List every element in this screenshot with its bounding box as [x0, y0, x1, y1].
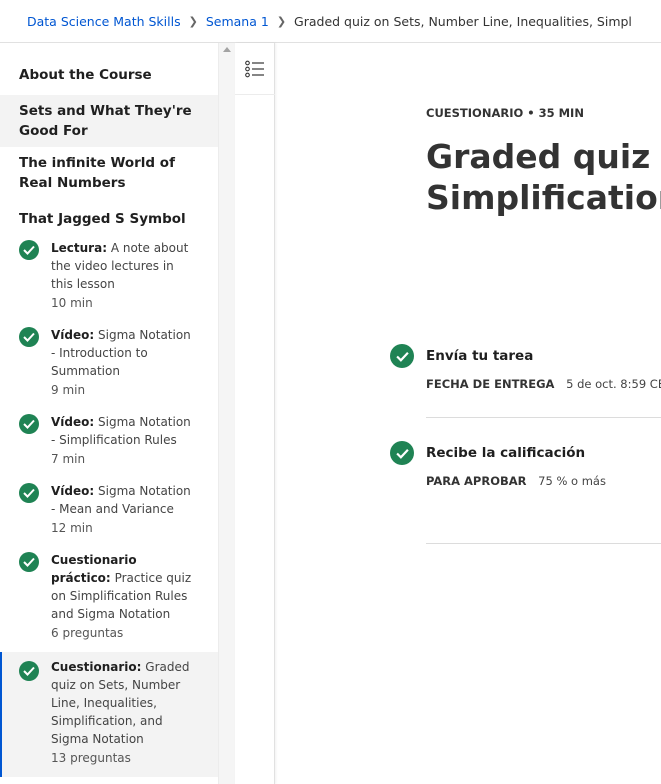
breadcrumb: Data Science Math Skills ❯ Semana 1 ❯ Gr… [0, 0, 661, 43]
sidebar-module-about[interactable]: About the Course [0, 43, 218, 89]
item-duration: 9 min [51, 383, 86, 397]
breadcrumb-current: Graded quiz on Sets, Number Line, Inequa… [294, 13, 632, 29]
item-duration: 10 min [51, 296, 93, 310]
check-icon [390, 344, 414, 368]
passing-grade-label: PARA APROBAR [426, 474, 527, 488]
divider [426, 543, 661, 544]
sidebar-item-video-rules[interactable]: Vídeo: Sigma Notation - Simplification R… [0, 409, 218, 478]
item-type: Vídeo: [51, 484, 95, 498]
check-icon [19, 327, 39, 347]
step-passing-grade: PARA APROBAR 75 % o más [426, 474, 606, 488]
step-due-date: FECHA DE ENTREGA 5 de oct. 8:59 CEST [426, 377, 661, 391]
sidebar-item-video-intro[interactable]: Vídeo: Sigma Notation - Introduction to … [0, 322, 218, 409]
passing-grade-value: 75 % o más [538, 474, 606, 488]
page-title-line-2: Simplification [426, 178, 661, 217]
scroll-up-arrow-icon[interactable] [223, 47, 231, 52]
sidebar-module-sets[interactable]: Sets and What They're Good For [0, 95, 218, 147]
item-duration: 7 min [51, 452, 86, 466]
check-icon [19, 414, 39, 434]
course-outline-sidebar: About the Course Sets and What They're G… [0, 43, 218, 784]
outline-toggle-button[interactable] [235, 43, 275, 95]
divider [426, 417, 661, 418]
check-icon [390, 441, 414, 465]
main-content: CUESTIONARIO • 35 MIN Graded quiz o Simp… [276, 43, 661, 784]
list-outline-icon [245, 60, 264, 77]
outline-toggle-column [235, 43, 275, 784]
quiz-overline: CUESTIONARIO • 35 MIN [426, 106, 584, 120]
check-icon [19, 240, 39, 260]
item-question-count: 13 preguntas [51, 751, 131, 765]
sidebar-module-real-numbers[interactable]: The infinite World of Real Numbers [0, 147, 218, 197]
due-date-label: FECHA DE ENTREGA [426, 377, 555, 391]
sidebar-item-reading-note[interactable]: Lectura: A note about the video lectures… [0, 235, 218, 322]
sidebar-item-practice-quiz[interactable]: Cuestionario práctico: Practice quiz on … [0, 547, 218, 652]
item-question-count: 6 preguntas [51, 626, 124, 640]
item-duration: 12 min [51, 521, 93, 535]
item-type: Vídeo: [51, 415, 95, 429]
chevron-right-icon: ❯ [188, 14, 198, 28]
chevron-right-icon: ❯ [276, 14, 287, 28]
breadcrumb-week-link[interactable]: Semana 1 [206, 14, 269, 29]
check-icon [19, 483, 39, 503]
item-type: Lectura: [51, 241, 107, 255]
sidebar-item-video-mean-variance[interactable]: Vídeo: Sigma Notation - Mean and Varianc… [0, 478, 218, 547]
due-date-value: 5 de oct. 8:59 CEST [566, 377, 661, 391]
check-icon [19, 552, 39, 572]
item-type: Vídeo: [51, 328, 95, 342]
step-title: Recibe la calificación [426, 445, 586, 461]
sidebar-item-graded-quiz[interactable]: Cuestionario: Graded quiz on Sets, Numbe… [0, 652, 218, 777]
page-title: Graded quiz o Simplification [426, 136, 661, 218]
item-type: Cuestionario: [51, 660, 142, 674]
sidebar-module-jagged-s[interactable]: That Jagged S Symbol [0, 197, 218, 235]
page-title-line-1: Graded quiz o [426, 137, 661, 176]
sidebar-scrollbar[interactable] [218, 43, 235, 784]
check-icon [19, 661, 39, 681]
step-title: Envía tu tarea [426, 348, 534, 364]
breadcrumb-course-link[interactable]: Data Science Math Skills [27, 14, 181, 29]
